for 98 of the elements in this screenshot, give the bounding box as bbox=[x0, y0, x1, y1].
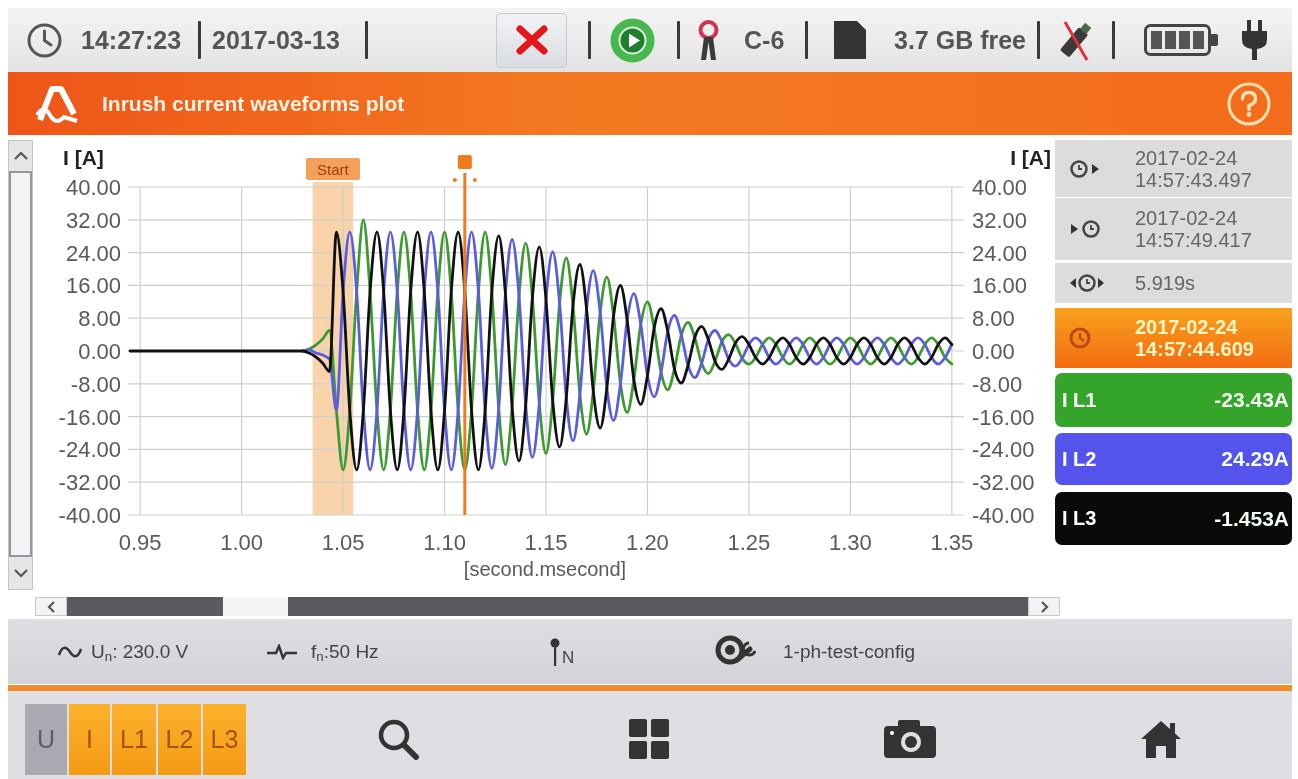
clock-icon bbox=[1069, 327, 1091, 349]
y-tick-label: -8.00 bbox=[70, 371, 121, 397]
y-tick-label: 32.00 bbox=[972, 207, 1028, 233]
scroll-right-button[interactable] bbox=[1028, 597, 1060, 616]
channel-toggle[interactable]: L3 bbox=[203, 703, 246, 775]
search-icon bbox=[377, 718, 419, 760]
x-tick-label: 1.05 bbox=[321, 530, 365, 555]
storage-text: 3.7 GB free bbox=[894, 25, 1026, 55]
x-tick-label: 1.20 bbox=[626, 530, 669, 555]
current-value: -23.43A bbox=[1214, 388, 1289, 412]
x-tick-label: 1.35 bbox=[930, 530, 974, 555]
y-tick-label: -16.00 bbox=[972, 404, 1035, 430]
current-value: 24.29A bbox=[1221, 447, 1289, 471]
x-tick-label: 1.15 bbox=[524, 530, 568, 555]
x-tick-label: 1.00 bbox=[220, 530, 264, 555]
caret-up-icon bbox=[13, 151, 28, 161]
arrow-clock-icon bbox=[1069, 219, 1101, 239]
window-title: Inrush current waveforms plot bbox=[102, 91, 405, 116]
axis-title: [second.msecond] bbox=[463, 558, 627, 580]
pulse-wave-icon bbox=[267, 643, 297, 660]
probe-text: C-6 bbox=[744, 25, 785, 55]
current-value: -1.453A bbox=[1214, 506, 1289, 531]
y-tick-label: -8.00 bbox=[972, 371, 1023, 397]
clamp-probe-icon bbox=[696, 20, 721, 60]
y-tick-label: -40.00 bbox=[972, 503, 1035, 528]
layout-button[interactable] bbox=[629, 719, 669, 759]
time-text: 14:57:49.417 bbox=[1135, 229, 1252, 251]
y-tick-label: 16.00 bbox=[65, 273, 121, 299]
logo-icon bbox=[35, 83, 79, 124]
time-text: 14:57:44.609 bbox=[1135, 338, 1254, 360]
date-text: 2017-02-24 bbox=[1135, 146, 1239, 169]
cursor-handle-icon[interactable] bbox=[452, 155, 477, 182]
caret-down-icon bbox=[13, 568, 28, 578]
y-tick-label: 0.00 bbox=[972, 339, 1015, 364]
line-series bbox=[128, 230, 954, 472]
clock-icon bbox=[27, 22, 62, 58]
voltage-text: U$_{n}$: 230.0 V bbox=[91, 640, 189, 663]
y-tick-label: 32.00 bbox=[65, 207, 121, 233]
y-tick-label: 0.00 bbox=[78, 339, 121, 364]
x-tick-label: 1.30 bbox=[828, 530, 872, 555]
y-tick-label: 40.00 bbox=[65, 175, 121, 200]
pin-icon bbox=[550, 637, 560, 666]
home-button[interactable] bbox=[1140, 719, 1182, 759]
channel-label: I L3 bbox=[1062, 507, 1097, 530]
y-tick-label: 24.00 bbox=[65, 240, 121, 266]
memory-card-icon bbox=[833, 20, 867, 60]
battery-icon bbox=[1144, 24, 1219, 56]
channel-toggle[interactable]: L2 bbox=[158, 703, 201, 775]
scroll-thumb[interactable] bbox=[223, 597, 288, 616]
channel-label: I L1 bbox=[1062, 388, 1097, 412]
clock-arrows-icon bbox=[1069, 273, 1105, 293]
scroll-left-button[interactable] bbox=[35, 597, 67, 616]
y-tick-label: -16.00 bbox=[58, 404, 121, 430]
scroll-thumb[interactable] bbox=[9, 171, 32, 557]
grid-icon bbox=[629, 719, 669, 759]
channel-toggle[interactable]: U bbox=[25, 703, 67, 775]
caret-right-icon bbox=[1039, 600, 1049, 613]
caret-left-icon bbox=[46, 600, 56, 613]
date-text: 2017-02-24 bbox=[1135, 316, 1239, 338]
y-tick-label: -32.00 bbox=[972, 470, 1035, 496]
search-button[interactable] bbox=[377, 718, 419, 760]
home-icon bbox=[1140, 719, 1182, 759]
help-icon bbox=[1227, 81, 1271, 126]
y-tick-label: 8.00 bbox=[972, 306, 1015, 332]
time-text: 14:27:23 bbox=[81, 25, 182, 55]
y-tick-label: -40.00 bbox=[58, 503, 121, 528]
close-icon bbox=[515, 25, 548, 55]
channel-label: I L2 bbox=[1062, 447, 1097, 471]
x-tick-label: 0.95 bbox=[118, 530, 162, 555]
plug-icon bbox=[1240, 20, 1269, 60]
y-tick-label: 8.00 bbox=[78, 306, 121, 332]
axis-title: I [A] bbox=[63, 146, 104, 169]
sine-wave-icon bbox=[58, 644, 82, 659]
x-tick-label: 1.10 bbox=[423, 530, 466, 555]
band-label: Start bbox=[305, 158, 360, 180]
y-tick-label: -32.00 bbox=[58, 470, 121, 496]
date-text: 2017-03-13 bbox=[212, 25, 340, 55]
clock-arrow-icon bbox=[1069, 158, 1101, 179]
y-tick-label: 16.00 bbox=[972, 273, 1028, 299]
x-tick-label: 1.25 bbox=[727, 530, 771, 555]
channel-toggle[interactable]: I bbox=[69, 703, 110, 775]
config-name: 1-ph-test-config bbox=[783, 640, 915, 663]
frequency-text: f$_{n}$:50 Hz bbox=[311, 640, 379, 663]
play-icon bbox=[610, 17, 655, 63]
date-text: 2017-02-24 bbox=[1135, 207, 1239, 229]
channel-toggle[interactable]: L1 bbox=[112, 703, 156, 775]
duration-text: 5.919s bbox=[1135, 272, 1196, 294]
band-label: Start bbox=[317, 160, 350, 178]
time-text: 14:57:43.497 bbox=[1135, 168, 1252, 191]
y-tick-label: 24.00 bbox=[972, 240, 1028, 266]
y-tick-label: 40.00 bbox=[972, 175, 1028, 200]
neutral-label: N bbox=[562, 647, 575, 668]
close-button[interactable] bbox=[496, 12, 567, 68]
y-tick-label: -24.00 bbox=[58, 437, 121, 463]
camera-icon bbox=[883, 719, 937, 759]
y-tick-label: -24.00 bbox=[972, 437, 1035, 463]
axis-title: I [A] bbox=[1010, 146, 1051, 169]
camera-button[interactable] bbox=[883, 719, 937, 759]
